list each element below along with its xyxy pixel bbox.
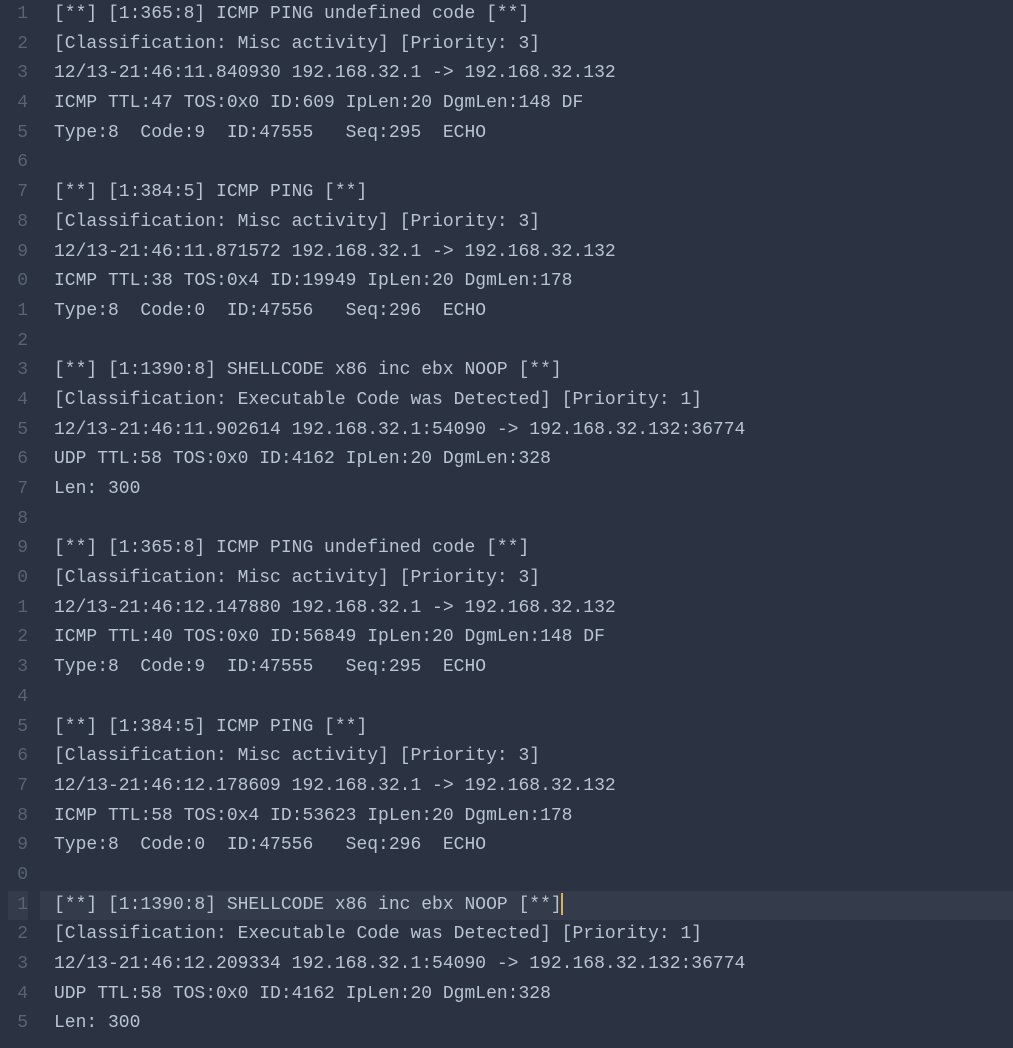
line-number: 4 [8, 980, 28, 1010]
code-line[interactable]: 12/13-21:46:11.840930 192.168.32.1 -> 19… [40, 59, 1013, 89]
line-number: 1 [8, 891, 28, 921]
code-content-area[interactable]: [**] [1:365:8] ICMP PING undefined code … [40, 0, 1013, 1048]
code-line[interactable]: 12/13-21:46:12.178609 192.168.32.1 -> 19… [40, 772, 1013, 802]
line-number: 5 [8, 713, 28, 743]
line-number: 6 [8, 148, 28, 178]
line-number: 9 [8, 238, 28, 268]
code-line[interactable] [40, 327, 1013, 357]
line-number: 0 [8, 861, 28, 891]
line-number: 4 [8, 386, 28, 416]
line-number: 6 [8, 445, 28, 475]
code-line[interactable]: [**] [1:384:5] ICMP PING [**] [40, 178, 1013, 208]
line-number: 0 [8, 267, 28, 297]
code-line[interactable]: 12/13-21:46:12.209334 192.168.32.1:54090… [40, 950, 1013, 980]
line-number: 8 [8, 802, 28, 832]
line-number: 2 [8, 327, 28, 357]
code-line[interactable] [40, 148, 1013, 178]
text-cursor [561, 893, 563, 915]
code-text: [**] [1:1390:8] SHELLCODE x86 inc ebx NO… [54, 895, 562, 915]
code-line[interactable]: 12/13-21:46:12.147880 192.168.32.1 -> 19… [40, 594, 1013, 624]
code-line[interactable] [40, 683, 1013, 713]
code-line[interactable]: Type:8 Code:0 ID:47556 Seq:296 ECHO [40, 297, 1013, 327]
code-line[interactable]: [Classification: Misc activity] [Priorit… [40, 208, 1013, 238]
line-number: 0 [8, 564, 28, 594]
line-number: 3 [8, 950, 28, 980]
code-line[interactable]: 12/13-21:46:11.902614 192.168.32.1:54090… [40, 416, 1013, 446]
code-line[interactable]: ICMP TTL:47 TOS:0x0 ID:609 IpLen:20 DgmL… [40, 89, 1013, 119]
code-line[interactable]: [Classification: Misc activity] [Priorit… [40, 742, 1013, 772]
line-number: 1 [8, 0, 28, 30]
code-line[interactable]: 12/13-21:46:11.871572 192.168.32.1 -> 19… [40, 238, 1013, 268]
code-editor[interactable]: 12345678901234567890123456789012345 [**]… [0, 0, 1013, 1048]
code-line[interactable]: Type:8 Code:9 ID:47555 Seq:295 ECHO [40, 653, 1013, 683]
code-line[interactable]: [Classification: Misc activity] [Priorit… [40, 564, 1013, 594]
code-line[interactable]: [Classification: Executable Code was Det… [40, 386, 1013, 416]
line-number: 1 [8, 594, 28, 624]
code-line[interactable] [40, 505, 1013, 535]
code-line[interactable]: ICMP TTL:40 TOS:0x0 ID:56849 IpLen:20 Dg… [40, 623, 1013, 653]
code-line[interactable]: [Classification: Misc activity] [Priorit… [40, 30, 1013, 60]
line-number: 4 [8, 89, 28, 119]
line-number: 1 [8, 297, 28, 327]
code-line[interactable]: Len: 300 [40, 475, 1013, 505]
code-line[interactable]: Type:8 Code:0 ID:47556 Seq:296 ECHO [40, 831, 1013, 861]
line-number: 3 [8, 356, 28, 386]
line-number: 2 [8, 623, 28, 653]
code-line[interactable]: Type:8 Code:9 ID:47555 Seq:295 ECHO [40, 119, 1013, 149]
line-number: 7 [8, 475, 28, 505]
line-number: 9 [8, 534, 28, 564]
line-number: 7 [8, 772, 28, 802]
code-line[interactable]: [**] [1:365:8] ICMP PING undefined code … [40, 534, 1013, 564]
code-line[interactable]: [**] [1:384:5] ICMP PING [**] [40, 713, 1013, 743]
code-line[interactable]: [**] [1:365:8] ICMP PING undefined code … [40, 0, 1013, 30]
code-line[interactable]: [**] [1:1390:8] SHELLCODE x86 inc ebx NO… [40, 891, 1013, 921]
code-line[interactable]: [**] [1:1390:8] SHELLCODE x86 inc ebx NO… [40, 356, 1013, 386]
line-number: 9 [8, 831, 28, 861]
code-line[interactable]: ICMP TTL:58 TOS:0x4 ID:53623 IpLen:20 Dg… [40, 802, 1013, 832]
code-line[interactable]: [Classification: Executable Code was Det… [40, 920, 1013, 950]
line-number: 7 [8, 178, 28, 208]
line-number: 5 [8, 1009, 28, 1039]
line-number: 3 [8, 653, 28, 683]
code-line[interactable] [40, 861, 1013, 891]
line-number: 4 [8, 683, 28, 713]
code-line[interactable]: ICMP TTL:38 TOS:0x4 ID:19949 IpLen:20 Dg… [40, 267, 1013, 297]
line-number: 2 [8, 30, 28, 60]
line-number: 6 [8, 742, 28, 772]
line-number: 2 [8, 920, 28, 950]
line-number: 8 [8, 505, 28, 535]
code-line[interactable]: Len: 300 [40, 1009, 1013, 1039]
line-number: 3 [8, 59, 28, 89]
code-line[interactable]: UDP TTL:58 TOS:0x0 ID:4162 IpLen:20 DgmL… [40, 980, 1013, 1010]
line-number: 5 [8, 119, 28, 149]
line-number-gutter: 12345678901234567890123456789012345 [0, 0, 40, 1048]
code-line[interactable]: UDP TTL:58 TOS:0x0 ID:4162 IpLen:20 DgmL… [40, 445, 1013, 475]
line-number: 5 [8, 416, 28, 446]
line-number: 8 [8, 208, 28, 238]
